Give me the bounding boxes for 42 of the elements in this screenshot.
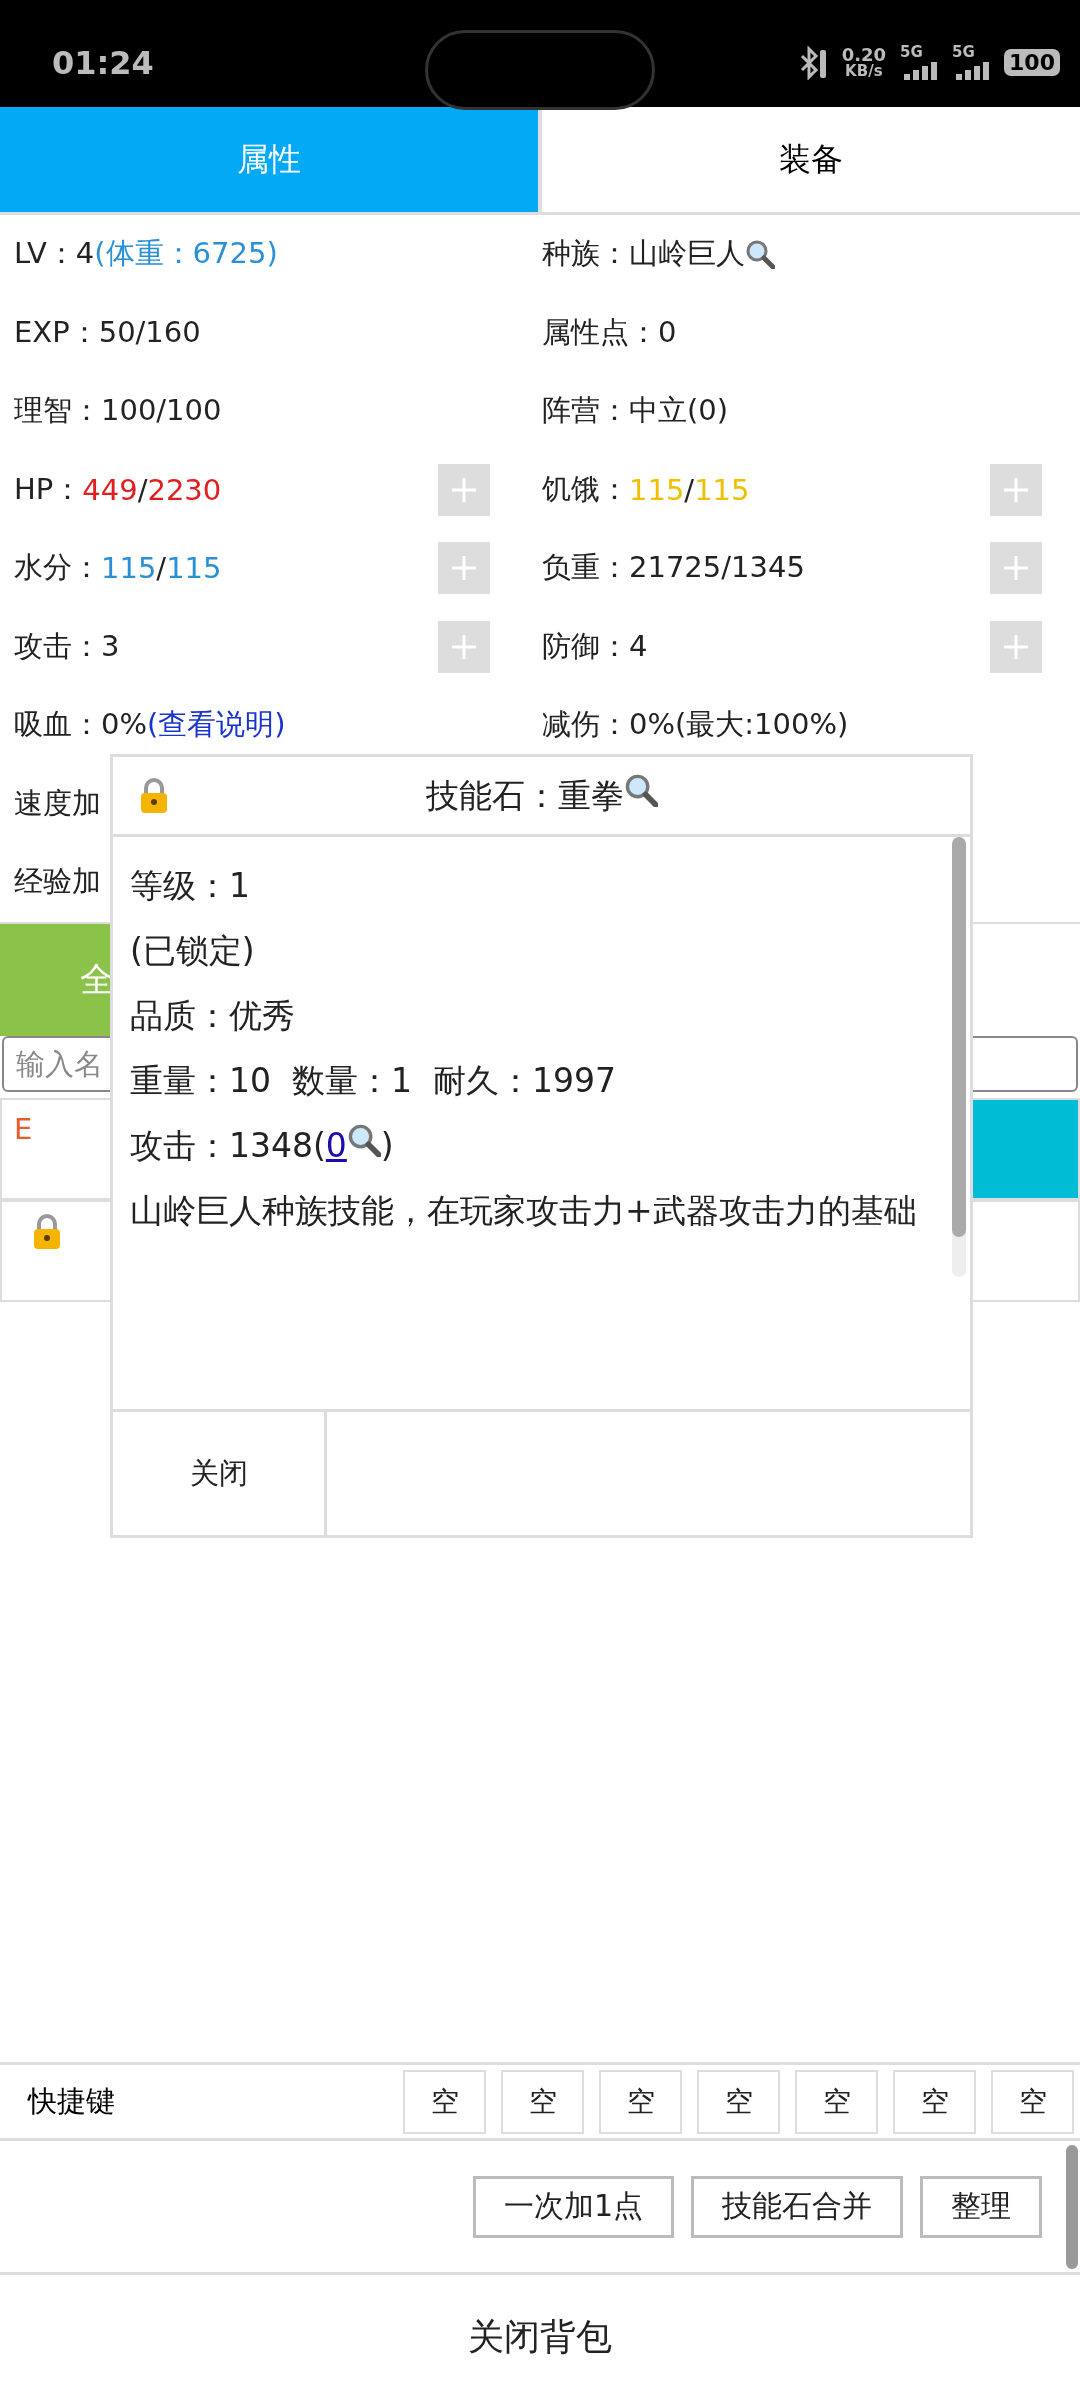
stat-text: 速度加: [14, 784, 101, 822]
detail-text: 品质：优秀: [130, 996, 295, 1035]
stat-text: 负重：21725/1345: [542, 549, 805, 587]
stat-text: EXP：50/160: [14, 313, 201, 351]
stat-text: 经验加: [14, 863, 101, 901]
stat-text: 理智：100/100: [14, 392, 222, 430]
clock-time: 01:24: [52, 42, 154, 82]
detail-text: (已锁定): [130, 931, 255, 970]
stat-text: 种族：山岭巨人: [542, 235, 745, 273]
stat-text: 防御：4: [542, 627, 648, 665]
battery-level: 100: [1004, 49, 1060, 76]
stat-text: LV：4: [14, 235, 95, 273]
popup-title: 技能石：重拳: [425, 775, 624, 815]
stat-text: 吸血：0%: [14, 706, 147, 744]
detail-text: ): [380, 1126, 394, 1165]
hotkey-label: 快捷键: [28, 2082, 115, 2120]
stat-text: 攻击：3: [14, 627, 120, 665]
detail-text: 山岭巨人种族技能，在玩家攻击力+武器攻击力的基础: [130, 1191, 917, 1230]
network-type: 5G: [952, 45, 975, 60]
stat-text: 115: [694, 472, 750, 507]
detail-text: 等级：1: [130, 866, 250, 905]
stat-text: 115: [101, 551, 157, 586]
stat-text: 阵营：中立(0): [542, 392, 729, 430]
stat-text: /: [156, 551, 167, 586]
stat-text: 饥饿：: [542, 470, 629, 508]
stat-text: /: [684, 472, 695, 507]
stat-text: 449: [82, 472, 138, 507]
stat-text: 115: [629, 472, 685, 507]
stat-text: HP：: [14, 470, 83, 508]
stat-text: 属性点：0: [542, 313, 677, 351]
item-letter: E: [14, 1111, 33, 1146]
stat-text: /: [137, 472, 148, 507]
stat-text: 2230: [147, 472, 222, 507]
stat-text: (体重：6725): [94, 235, 278, 273]
stat-text: 水分：: [14, 549, 101, 587]
stat-text: 减伤：0%(最大:100%): [542, 706, 849, 744]
net-speed: 0.20: [841, 46, 887, 64]
network-type: 5G: [900, 45, 923, 60]
net-unit: KB/s: [845, 64, 883, 79]
detail-text: 重量：10 数量：1 耐久：1997: [130, 1061, 616, 1100]
detail-text: 攻击：1348(: [130, 1126, 326, 1165]
stat-text: 115: [166, 551, 222, 586]
